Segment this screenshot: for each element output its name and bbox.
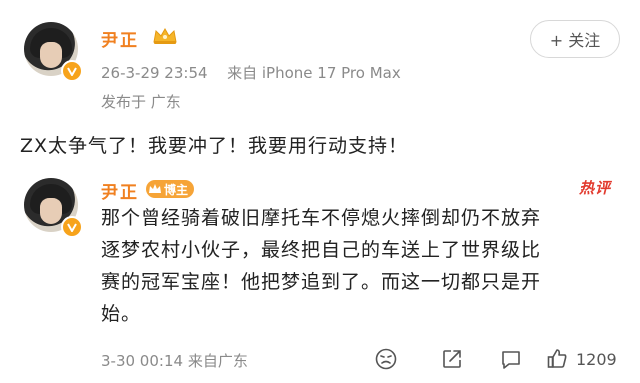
post-meta-line: 26-3-29 23:54 来自 iPhone 17 Pro Max [101,62,401,83]
comment-author-name[interactable]: 尹正 [101,178,139,203]
crown-icon [149,184,161,193]
comment-text: 那个曾经骑着破旧摩托车不停熄火摔倒却仍不放弃 逐梦农村小伙子，最终把自己的车送上… [101,202,621,330]
follow-button[interactable]: + 关注 [530,20,620,58]
comment-meta-line: 3-30 00:14 来自广东 [101,350,248,371]
share-icon[interactable] [441,348,463,370]
follow-label: + 关注 [549,31,601,50]
verified-v-icon [61,216,83,238]
comment-line: 赛的冠军宝座！他把梦追到了。而这一切都只是开 [101,271,542,293]
verified-v-icon [61,60,83,82]
comment-icon[interactable] [500,348,522,370]
comment-item: 尹正 博主 热评 那个曾经骑着破旧摩托车不停熄火摔倒却仍不放弃 逐梦农村小伙子，… [0,170,640,383]
comment-source: 来自广东 [187,352,248,370]
like-count: 1209 [576,350,617,369]
blogger-badge-label: 博主 [164,182,189,197]
hot-comment-tag: 热评 [579,179,612,197]
post-header: 尹正 26-3-29 23:54 来自 iPhone 17 Pro Max 发布… [0,0,640,120]
blogger-badge: 博主 [146,180,195,198]
comment-timestamp: 3-30 00:14 [101,352,184,370]
post-text: ZX太争气了！我要冲了！我要用行动支持！ [20,135,409,157]
post-location: 发布于 广东 [101,93,181,111]
crown-icon [152,27,178,45]
post-author-name[interactable]: 尹正 [101,26,139,51]
like-icon[interactable] [546,348,568,370]
comment-line: 始。 [101,303,142,325]
comment-line: 逐梦农村小伙子，最终把自己的车送上了世界级比 [101,239,542,261]
post-source: 来自 iPhone 17 Pro Max [227,64,401,82]
emoji-icon[interactable] [375,348,397,370]
post-timestamp: 26-3-29 23:54 [101,64,208,82]
comment-line: 那个曾经骑着破旧摩托车不停熄火摔倒却仍不放弃 [101,207,542,229]
